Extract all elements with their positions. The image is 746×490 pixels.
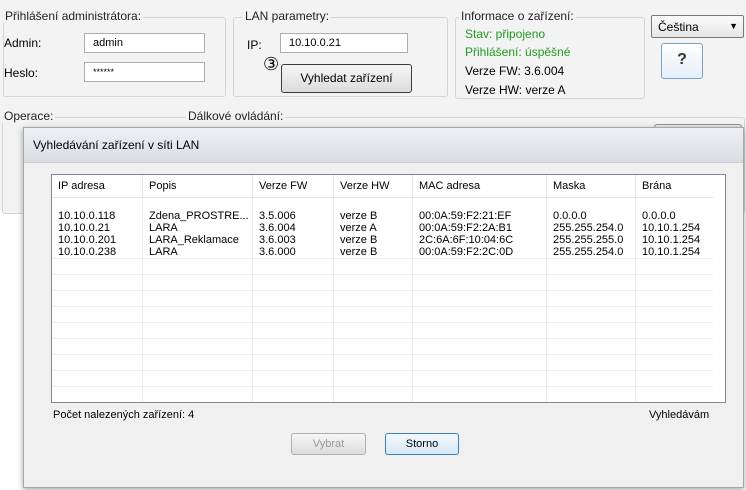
table-row[interactable]: 10.10.0.118 Zdena_PROSTRE... 3.5.006 ver… [52, 210, 713, 222]
cell-fw: 3.5.006 [252, 210, 334, 222]
language-select[interactable]: Čeština ▼ [651, 15, 744, 38]
devices-list[interactable]: IP adresa Popis Verze FW Verze HW MAC ad… [51, 174, 726, 403]
admin-input[interactable]: admin [84, 33, 205, 53]
empty-row [52, 322, 713, 339]
cell-description: LARA [142, 246, 253, 259]
cell-hw: verze B [333, 246, 413, 259]
password-label: Heslo: [4, 66, 39, 80]
device-search-dialog: Vyhledávání zařízení v síti LAN IP adres… [23, 127, 744, 488]
column-header-hw[interactable]: Verze HW [333, 175, 413, 198]
fw-version: Verze FW: 3.6.004 [465, 64, 565, 78]
search-status: Vyhledávám [649, 409, 710, 421]
empty-row [52, 290, 713, 307]
operations-title: Operace: [2, 109, 56, 123]
password-input[interactable]: ****** [84, 62, 205, 82]
column-header-mask[interactable]: Maska [546, 175, 636, 198]
cell-hw: verze B [333, 234, 413, 246]
cell-gateway: 10.10.1.254 [642, 222, 701, 234]
column-header-gateway[interactable]: Brána [635, 175, 713, 198]
hw-version: Verze HW: verze A [465, 83, 566, 97]
ip-label: IP: [247, 38, 262, 52]
admin-label: Admin: [4, 36, 42, 50]
chevron-down-icon: ▼ [729, 21, 738, 31]
cell-hw: verze B [333, 210, 413, 222]
device-info-title: Informace o zařízení: [459, 9, 576, 23]
cell-description: Zdena_PROSTRE... [142, 210, 253, 222]
search-devices-button[interactable]: Vyhledat zařízení [281, 64, 412, 93]
cell-mask: 255.255.254.0 [546, 222, 636, 234]
cell-ip: 10.10.0.238 [52, 246, 143, 259]
cell-gateway: 0.0.0.0 [642, 210, 676, 222]
cell-description: LARA_Reklamace [142, 234, 253, 246]
cell-mac: 2C:6A:6F:10:04:6C [412, 234, 547, 246]
column-header-fw[interactable]: Verze FW [252, 175, 334, 198]
table-row[interactable]: 10.10.0.21 LARA 3.6.004 verze A 00:0A:59… [52, 222, 713, 234]
devices-table: IP adresa Popis Verze FW Verze HW MAC ad… [52, 175, 713, 404]
empty-row [52, 403, 713, 404]
table-row[interactable]: 10.10.0.201 LARA_Reklamace 3.6.003 verze… [52, 234, 713, 246]
cell-mac: 00:0A:59:F2:2C:0D [412, 246, 547, 259]
column-header-ip[interactable]: IP adresa [52, 175, 143, 198]
table-row[interactable]: 10.10.0.238 LARA 3.6.000 verze B 00:0A:5… [52, 246, 713, 259]
login-group-title: Přihlášení administrátora: [3, 9, 144, 23]
cell-mac: 00:0A:59:F2:21:EF [412, 210, 547, 222]
connection-status: Stav: připojeno [465, 27, 546, 41]
empty-row [52, 274, 713, 291]
cancel-button[interactable]: Storno [385, 433, 459, 455]
cell-mask: 255.255.254.0 [546, 246, 636, 259]
cell-gateway: 10.10.1.254 [642, 234, 701, 246]
cell-fw: 3.6.000 [252, 246, 334, 259]
column-header-description[interactable]: Popis [142, 175, 253, 198]
empty-row [52, 370, 713, 387]
ip-input[interactable]: 10.10.0.21 [280, 33, 408, 53]
help-button[interactable]: ? [661, 43, 703, 79]
cell-ip: 10.10.0.201 [52, 234, 143, 246]
select-button[interactable]: Vybrat [291, 433, 366, 455]
remote-control-title: Dálkové ovládání: [186, 109, 286, 123]
table-spacer [52, 197, 713, 210]
column-header-mac[interactable]: MAC adresa [412, 175, 547, 198]
cell-gateway: 10.10.1.254 [642, 246, 701, 258]
cell-hw: verze A [333, 222, 413, 234]
login-status: Přihlášení: úspěšné [465, 45, 571, 59]
cell-mac: 00:0A:59:F2:2A:B1 [412, 222, 547, 234]
empty-row [52, 386, 713, 402]
cell-fw: 3.6.003 [252, 234, 334, 246]
empty-row [52, 306, 713, 323]
lan-group-title: LAN parametry: [243, 9, 332, 23]
empty-row [52, 338, 713, 355]
dialog-title: Vyhledávání zařízení v síti LAN [33, 138, 200, 152]
empty-row [52, 354, 713, 371]
table-header: IP adresa Popis Verze FW Verze HW MAC ad… [52, 175, 713, 198]
cell-mask: 255.255.255.0 [546, 234, 636, 246]
dialog-titlebar: Vyhledávání zařízení v síti LAN [24, 128, 743, 163]
cell-mask: 0.0.0.0 [546, 210, 636, 222]
cell-fw: 3.6.004 [252, 222, 334, 234]
step-marker: ③ [263, 54, 280, 74]
cell-ip: 10.10.0.21 [52, 222, 143, 234]
cell-description: LARA [142, 222, 253, 234]
empty-row [52, 258, 713, 275]
found-count: Počet nalezených zařízení: 4 [53, 409, 195, 421]
language-selected: Čeština [658, 20, 699, 34]
cell-ip: 10.10.0.118 [52, 210, 143, 222]
help-question-icon: ? [677, 51, 687, 68]
login-group [3, 17, 226, 97]
